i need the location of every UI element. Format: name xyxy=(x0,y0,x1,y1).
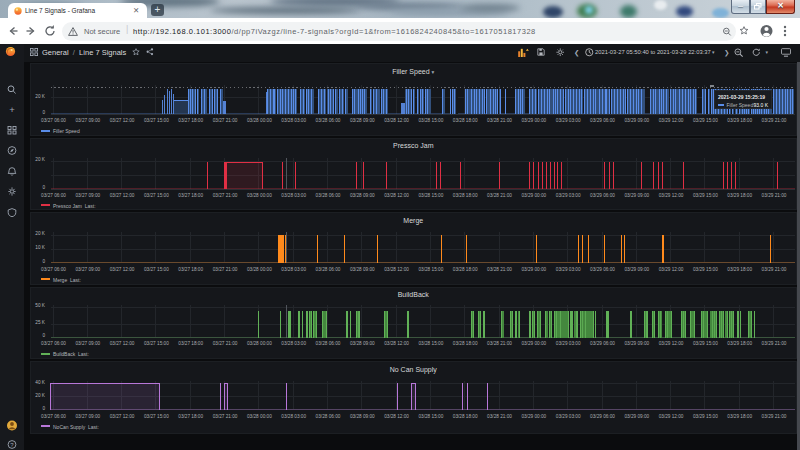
svg-text:?: ? xyxy=(10,442,14,448)
